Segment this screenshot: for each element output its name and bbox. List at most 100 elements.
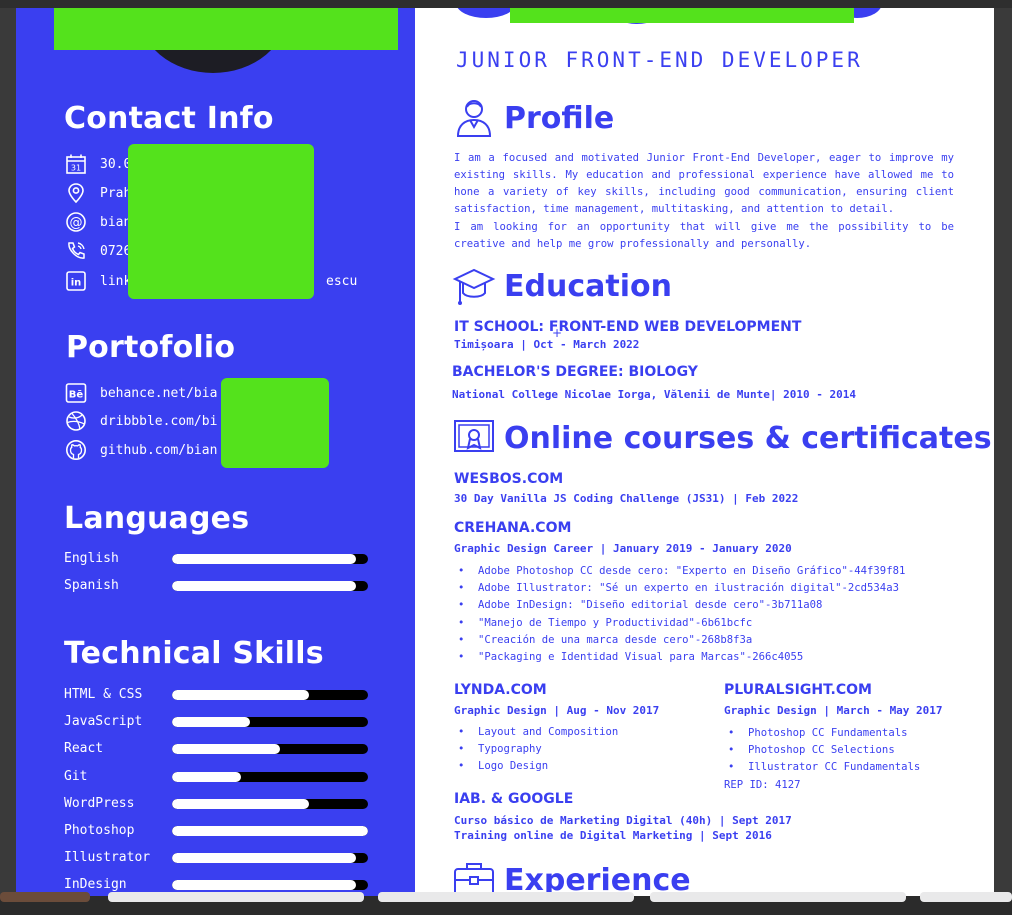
skill-level-fill: [172, 826, 368, 836]
resume-main: JUNIOR FRONT-END DEVELOPER Profile I am …: [452, 8, 992, 896]
list-item: Layout and Composition: [454, 724, 618, 741]
skill-level-bar: [172, 880, 368, 891]
contact-linkedin[interactable]: link: [100, 274, 131, 289]
contact-row-birthdate: 31 30.0: [64, 152, 131, 176]
svg-text:31: 31: [71, 164, 81, 173]
contact-linkedin-tail: escu: [326, 274, 358, 289]
lynda-course-list: Layout and Composition Typography Logo D…: [454, 724, 618, 776]
education-heading: Education: [452, 262, 672, 310]
language-level-bar: [172, 581, 368, 591]
skill-level-fill: [172, 690, 310, 700]
contact-birthdate: 30.0: [100, 156, 132, 172]
svg-text:in: in: [71, 278, 82, 289]
course-lynda-details: Graphic Design | Aug - Nov 2017: [454, 704, 660, 717]
portfolio-github-link[interactable]: github.com/bian: [100, 443, 217, 458]
skill-row: Illustrator: [64, 850, 370, 865]
language-row: Spanish: [64, 578, 370, 593]
language-level-fill: [172, 554, 357, 564]
list-item: "Creación de una marca desde cero"-268b8…: [454, 632, 905, 649]
svg-text:Bē: Bē: [69, 390, 84, 401]
course-lynda: LYNDA.COM: [454, 682, 547, 698]
window-thumbnail[interactable]: [108, 892, 364, 902]
language-label: English: [64, 551, 119, 566]
redaction-block: [128, 144, 314, 299]
resume-sidebar: Contact Info 31 30.0 Prah @ bian 0726 in…: [16, 8, 415, 896]
education-it-school-details: Timișoara | Oct - March 2022: [454, 338, 640, 351]
skill-level-bar: [172, 717, 368, 728]
contact-row-address: Prah: [64, 181, 131, 205]
skill-level-bar: [172, 826, 368, 836]
language-level-bar: [172, 554, 368, 564]
graduation-cap-icon: [452, 268, 496, 305]
window-thumbnail[interactable]: [378, 892, 634, 902]
list-item: Typography: [454, 741, 618, 758]
resume-page: Contact Info 31 30.0 Prah @ bian 0726 in…: [16, 8, 994, 896]
profile-summary: I am a focused and motivated Junior Fron…: [454, 152, 954, 215]
course-crehana: CREHANA.COM: [454, 520, 572, 536]
course-iab-google: IAB. & GOOGLE: [454, 791, 574, 807]
skill-label: InDesign: [64, 877, 127, 893]
skill-label: JavaScript: [64, 714, 143, 730]
skill-row: HTML & CSS: [64, 687, 370, 702]
pluralsight-rep-id: REP ID: 4127: [724, 779, 801, 791]
languages-heading: Languages: [64, 501, 250, 536]
window-thumbnail[interactable]: [920, 892, 1012, 902]
portfolio-behance-link[interactable]: behance.net/bia: [100, 386, 217, 401]
linkedin-icon: in: [64, 269, 88, 293]
phone-icon: [64, 239, 88, 263]
behance-icon: Bē: [64, 381, 88, 405]
skill-label: React: [64, 741, 104, 757]
portfolio-heading: Portofolio: [66, 330, 236, 365]
education-it-school: IT SCHOOL: FRONT-END WEB DEVELOPMENT: [454, 319, 802, 335]
skill-level-bar: [172, 744, 368, 755]
redaction-block: [221, 378, 329, 468]
skill-row: InDesign: [64, 877, 370, 893]
skill-label: HTML & CSS: [64, 687, 143, 702]
list-item: Illustrator CC Fundamentals: [724, 759, 920, 776]
briefcase-icon: [454, 863, 494, 896]
profile-goal: I am looking for an opportunity that wil…: [454, 221, 954, 250]
redaction-block: [510, 8, 854, 23]
at-sign-icon: @: [64, 210, 88, 234]
portfolio-row-github: github.com/bian: [64, 438, 217, 462]
list-item: Photoshop CC Fundamentals: [724, 725, 920, 742]
skill-level-fill: [172, 853, 357, 864]
language-label: Spanish: [64, 578, 119, 593]
courses-heading: Online courses & certificates: [452, 414, 992, 462]
language-row: English: [64, 551, 370, 566]
skill-label: Git: [64, 768, 88, 784]
skill-level-bar: [172, 853, 368, 864]
pluralsight-course-list: Photoshop CC Fundamentals Photoshop CC S…: [724, 725, 920, 777]
skill-level-fill: [172, 880, 357, 891]
skill-level-fill: [172, 798, 310, 809]
skill-level-bar: [172, 690, 368, 700]
course-iab-marketing: Curso básico de Marketing Digital (40h) …: [454, 814, 792, 827]
list-item: Adobe Photoshop CC desde cero: "Experto …: [454, 563, 905, 580]
window-top-bar: [0, 0, 1012, 8]
person-icon: [456, 100, 492, 137]
list-item: Logo Design: [454, 758, 618, 775]
course-pluralsight: PLURALSIGHT.COM: [724, 682, 872, 698]
contact-email[interactable]: bian: [100, 215, 131, 230]
name-letter-fragment: [456, 8, 516, 18]
contact-row-linkedin: in link: [64, 269, 131, 293]
skill-level-fill: [172, 717, 251, 728]
education-bachelor-details: National College Nicolae Iorga, Vălenii …: [452, 388, 856, 401]
contact-info-heading: Contact Info: [64, 101, 274, 136]
contact-phone: 0726: [100, 243, 132, 259]
technical-skills-heading: Technical Skills: [64, 636, 324, 671]
course-crehana-details: Graphic Design Career | January 2019 - J…: [454, 542, 792, 555]
mouse-cursor-icon: +: [552, 326, 563, 340]
window-thumbnail[interactable]: [0, 892, 90, 902]
list-item: "Manejo de Tiempo y Productividad"-6b61b…: [454, 615, 905, 632]
calendar-icon: 31: [64, 152, 88, 176]
skill-row: Git: [64, 768, 370, 784]
portfolio-dribbble-link[interactable]: dribbble.com/bi: [100, 414, 217, 429]
list-item: Photoshop CC Selections: [724, 742, 920, 759]
dribbble-icon: [64, 409, 88, 433]
window-thumbnail[interactable]: [650, 892, 906, 902]
skill-label: Photoshop: [64, 823, 135, 838]
svg-text:@: @: [70, 216, 83, 231]
portfolio-row-behance: Bē behance.net/bia: [64, 381, 217, 405]
portfolio-row-dribbble: dribbble.com/bi: [64, 409, 217, 433]
